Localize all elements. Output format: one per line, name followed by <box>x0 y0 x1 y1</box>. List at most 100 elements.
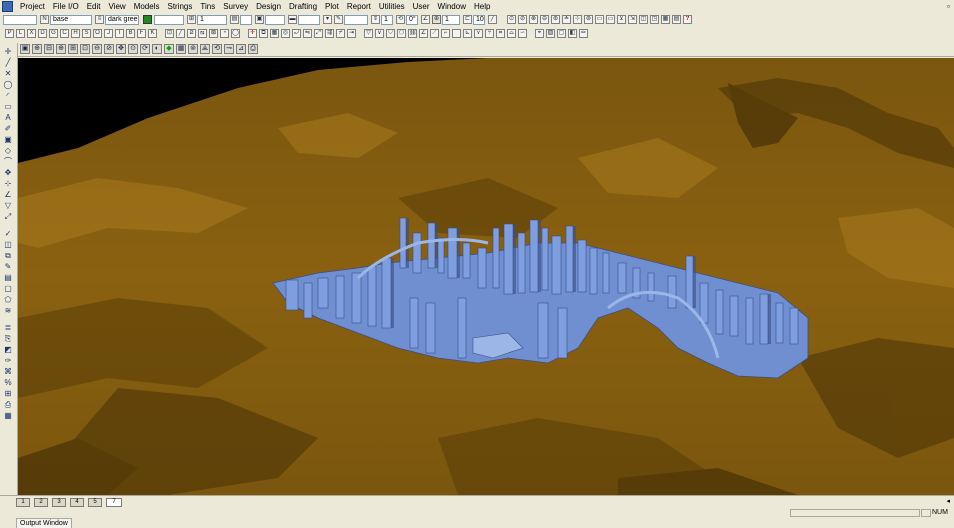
menu-project[interactable]: Project <box>16 0 49 13</box>
snap-list-icon[interactable]: ▤ <box>672 15 681 24</box>
arc-tool-icon[interactable]: ⌓ <box>507 28 516 38</box>
name-field[interactable] <box>3 14 37 25</box>
layers-icon[interactable]: ▦ <box>176 44 186 54</box>
offset-icon[interactable]: ⇶ <box>325 28 334 38</box>
camera-icon[interactable]: ◐ <box>152 44 162 54</box>
scroll-left-icon[interactable]: ◂ <box>946 497 950 505</box>
snap-line-icon[interactable]: ⊘ <box>518 15 527 24</box>
measure-view-icon[interactable]: ⊿ <box>236 44 246 54</box>
string-arc-icon[interactable]: ◔ <box>220 28 229 38</box>
text-style-field[interactable] <box>298 14 320 25</box>
menu-survey[interactable]: Survey <box>219 0 252 13</box>
model-list-icon[interactable]: ≡ <box>95 15 104 24</box>
bend-icon[interactable]: ⌒ <box>452 28 461 38</box>
menu-window[interactable]: Window <box>434 0 470 13</box>
colour-swatch[interactable] <box>143 15 152 24</box>
box-icon[interactable]: ▢ <box>557 28 566 38</box>
vertex-tool-icon[interactable]: ⊹ <box>3 179 13 188</box>
fork-icon[interactable]: ⑂ <box>485 28 494 38</box>
list-tool-icon[interactable]: ≣ <box>3 323 13 332</box>
box-tool-icon[interactable]: ▢ <box>3 284 13 293</box>
string-type-c-button[interactable]: C <box>60 28 69 38</box>
view-tab-4[interactable]: 4 <box>70 497 84 507</box>
percent-tool-icon[interactable]: % <box>3 378 13 387</box>
shape-tool-icon[interactable]: ◇ <box>3 146 13 155</box>
snap-name-icon[interactable]: ▭ <box>595 15 604 24</box>
panel-icon[interactable]: ◧ <box>568 28 577 38</box>
name-pick-button[interactable]: N <box>40 15 49 24</box>
style-field[interactable] <box>240 14 252 25</box>
pencil-icon[interactable]: ✏ <box>579 28 588 38</box>
measure-icon[interactable]: ⊾ <box>463 28 472 38</box>
help-icon[interactable]: ? <box>683 15 692 24</box>
view-add-icon[interactable]: ⊕ <box>32 44 42 54</box>
snap-panel-icon[interactable]: ▦ <box>661 15 670 24</box>
corner-icon[interactable]: ⌐ <box>441 28 450 38</box>
chainage-field[interactable] <box>154 14 184 25</box>
extend-icon[interactable]: ⇥ <box>347 28 356 38</box>
string-edit-icon[interactable]: ╱ <box>176 28 185 38</box>
app-icon[interactable] <box>2 1 13 12</box>
string-type-x-button[interactable]: X <box>27 28 36 38</box>
edit-tool-icon[interactable]: ✎ <box>3 262 13 271</box>
polygon-icon[interactable]: ⬠ <box>397 28 406 38</box>
zoom-out-icon[interactable]: ⊖ <box>92 44 102 54</box>
point-tool-icon[interactable]: ✛ <box>3 47 13 56</box>
angle-icon[interactable]: ∠ <box>421 15 430 24</box>
style-icon[interactable]: ▣ <box>255 15 264 24</box>
3d-viewport[interactable] <box>18 58 954 495</box>
vertex-icon[interactable]: ⌖ <box>535 28 544 38</box>
menu-help[interactable]: Help <box>470 0 494 13</box>
string-type-i-button[interactable]: I <box>115 28 124 38</box>
string-type-s-button[interactable]: S <box>82 28 91 38</box>
menu-plot[interactable]: Plot <box>321 0 343 13</box>
zoom-point-icon[interactable]: ⊡ <box>165 28 174 38</box>
layer-tool-icon[interactable]: ▤ <box>3 273 13 282</box>
circle-tool-icon[interactable]: ◯ <box>3 80 13 89</box>
text-dropdown-icon[interactable]: ▾ <box>323 15 332 24</box>
tag-tool-icon[interactable]: ⌘ <box>3 367 13 376</box>
menu-file-i-o[interactable]: File I/O <box>49 0 83 13</box>
rect-tool-icon[interactable]: ▭ <box>3 102 13 111</box>
brush-tool-icon[interactable]: ✐ <box>3 124 13 133</box>
view-new-icon[interactable]: ▣ <box>20 44 30 54</box>
slash-icon[interactable]: ⟋ <box>430 28 439 38</box>
string-break-icon[interactable]: ⧅ <box>198 28 207 38</box>
view-tab-7[interactable]: 7 <box>106 497 122 507</box>
text-tool-icon[interactable]: A <box>3 113 13 122</box>
snap-cursor-icon[interactable]: ⊹ <box>573 15 582 24</box>
string-type-d-button[interactable]: D <box>38 28 47 38</box>
menu-design[interactable]: Design <box>252 0 285 13</box>
print-icon[interactable]: ⎙ <box>248 44 258 54</box>
line-tool-icon[interactable]: ╱ <box>3 58 13 67</box>
view-remove-icon[interactable]: ⊟ <box>44 44 54 54</box>
redraw-icon[interactable]: ⟳ <box>140 44 150 54</box>
step-icon[interactable]: ⊏ <box>463 15 472 24</box>
string-type-g-button[interactable]: G <box>49 28 58 38</box>
string-type-l-button[interactable]: L <box>16 28 25 38</box>
count-field[interactable]: 1 <box>381 14 393 25</box>
menu-tins[interactable]: Tins <box>196 0 219 13</box>
scale-tool-icon[interactable]: ⤢ <box>3 212 13 221</box>
section-icon[interactable]: ⊸ <box>224 44 234 54</box>
trim-icon[interactable]: ⌿ <box>336 28 345 38</box>
elevation-field[interactable] <box>344 14 368 25</box>
menu-user[interactable]: User <box>409 0 434 13</box>
menu-models[interactable]: Models <box>130 0 164 13</box>
weight-field[interactable]: 1 <box>197 14 227 25</box>
report-tool-icon[interactable]: ⎘ <box>3 334 13 343</box>
snap-tangent-icon[interactable]: ⊚ <box>584 15 593 24</box>
split-tool-icon[interactable]: ◫ <box>3 240 13 249</box>
zoom-window-icon[interactable]: ⊞ <box>68 44 78 54</box>
zoom-in-icon[interactable]: ⊕ <box>56 44 66 54</box>
filter-icon[interactable]: ▽ <box>364 28 373 38</box>
window-restore-icon[interactable]: ▫ <box>947 2 950 11</box>
string-type-p-button[interactable]: P <box>5 28 14 38</box>
string-join-icon[interactable]: ⊠ <box>209 28 218 38</box>
draw-tool-icon[interactable]: ⌒ <box>3 157 13 166</box>
fit-icon[interactable]: ⊙ <box>128 44 138 54</box>
fill-tool-icon[interactable]: ▣ <box>3 135 13 144</box>
snap-int-icon[interactable]: ⊛ <box>551 15 560 24</box>
filter-tool-icon[interactable]: ▽ <box>3 201 13 210</box>
snap-grid-icon[interactable]: ◫ <box>639 15 648 24</box>
